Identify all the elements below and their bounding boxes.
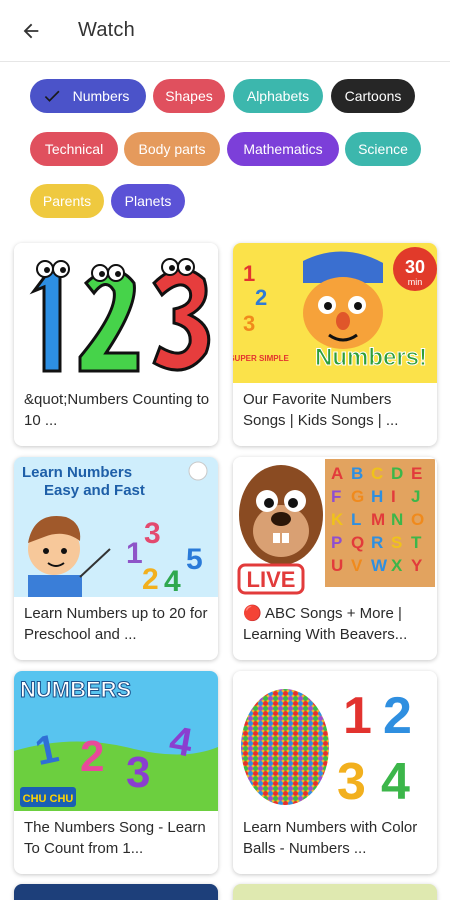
- chip-science[interactable]: Science: [345, 132, 421, 166]
- chip-mathematics[interactable]: Mathematics: [227, 132, 339, 166]
- svg-text:4: 4: [381, 753, 410, 811]
- svg-text:A: A: [331, 464, 343, 483]
- svg-text:M: M: [371, 510, 385, 529]
- svg-text:P: P: [331, 533, 342, 552]
- chip-alphabets[interactable]: Alphabets: [233, 79, 323, 113]
- chip-cartoons[interactable]: Cartoons: [331, 79, 415, 113]
- video-thumbnail: 1 2 3 4: [233, 671, 437, 811]
- video-title: Learn Numbers with Color Balls - Numbers…: [243, 819, 418, 857]
- svg-text:LIVE: LIVE: [247, 567, 296, 592]
- svg-text:S: S: [391, 533, 402, 552]
- svg-text:F: F: [331, 487, 341, 506]
- video-card-partial[interactable]: [14, 884, 218, 900]
- svg-text:J: J: [411, 487, 420, 506]
- video-title: Our Favorite Numbers Songs | Kids Songs …: [243, 391, 399, 429]
- chip-body-parts[interactable]: Body parts: [124, 132, 220, 166]
- svg-text:NUMBERS: NUMBERS: [20, 677, 131, 702]
- svg-text:1: 1: [343, 687, 372, 745]
- chip-shapes[interactable]: Shapes: [153, 79, 225, 113]
- svg-text:3: 3: [337, 753, 366, 811]
- svg-text:Numbers!: Numbers!: [315, 344, 427, 371]
- svg-text:2: 2: [383, 687, 412, 745]
- svg-text:T: T: [411, 533, 422, 552]
- video-thumbnail: NUMBERS 1 2 3 4 CHU CHU: [14, 671, 218, 811]
- video-grid: &quot;Numbers Counting to 10 ... 1 2 3 3…: [0, 230, 450, 900]
- svg-text:Y: Y: [411, 556, 423, 575]
- svg-text:2: 2: [142, 563, 159, 596]
- chip-numbers[interactable]: Numbers: [30, 79, 146, 113]
- svg-text:30: 30: [405, 257, 425, 277]
- video-card[interactable]: 1 2 3 4 Learn Numbers with Color Balls -…: [233, 671, 437, 874]
- arrow-left-icon: [23, 23, 39, 38]
- video-card[interactable]: NUMBERS 1 2 3 4 CHU CHU The Numbers Song…: [14, 671, 218, 874]
- video-card[interactable]: ABCDE FGHIJ KLMNO PQRST UVWXY LIVE 🔴 ABC…: [233, 457, 437, 660]
- svg-text:Q: Q: [351, 533, 364, 552]
- svg-text:3: 3: [126, 748, 150, 797]
- svg-text:W: W: [371, 556, 388, 575]
- back-button[interactable]: [14, 14, 48, 48]
- video-card-partial[interactable]: [233, 884, 437, 900]
- app-bar: Watch: [0, 0, 450, 62]
- chip-technical[interactable]: Technical: [30, 132, 118, 166]
- svg-text:E: E: [411, 464, 422, 483]
- svg-text:2: 2: [255, 285, 267, 310]
- svg-text:O: O: [411, 510, 424, 529]
- svg-text:3: 3: [243, 311, 255, 336]
- svg-text:X: X: [391, 556, 403, 575]
- svg-text:K: K: [331, 510, 344, 529]
- svg-text:G: G: [351, 487, 364, 506]
- svg-text:SUPER SIMPLE: SUPER SIMPLE: [233, 354, 289, 363]
- svg-text:min: min: [408, 277, 423, 287]
- svg-text:L: L: [351, 510, 361, 529]
- video-card[interactable]: 1 2 3 30 min Numbers! SUPER SIMPLE Our F…: [233, 243, 437, 446]
- svg-text:Learn Numbers: Learn Numbers: [22, 464, 132, 481]
- video-thumbnail: Learn Numbers Easy and Fast 1 3 2 4 5: [14, 457, 218, 597]
- svg-text:1: 1: [126, 537, 143, 570]
- svg-text:C: C: [371, 464, 383, 483]
- check-icon: [44, 90, 60, 102]
- svg-text:4: 4: [164, 565, 181, 597]
- svg-text:3: 3: [144, 517, 161, 550]
- chip-parents[interactable]: Parents: [30, 184, 104, 218]
- video-title: &quot;Numbers Counting to 10 ...: [24, 391, 210, 429]
- video-title: Learn Numbers up to 20 for Preschool and…: [24, 605, 208, 643]
- category-filter-chips: Numbers Shapes Alphabets Cartoons Techni…: [0, 62, 450, 230]
- video-card[interactable]: Learn Numbers Easy and Fast 1 3 2 4 5 Le…: [14, 457, 218, 660]
- video-card[interactable]: &quot;Numbers Counting to 10 ...: [14, 243, 218, 446]
- svg-text:V: V: [351, 556, 363, 575]
- chip-planets[interactable]: Planets: [111, 184, 185, 218]
- svg-text:2: 2: [80, 732, 104, 781]
- video-thumbnail: 1 2 3 30 min Numbers! SUPER SIMPLE: [233, 243, 437, 383]
- svg-text:R: R: [371, 533, 383, 552]
- video-thumbnail: [14, 243, 218, 383]
- svg-text:N: N: [391, 510, 403, 529]
- video-title: 🔴 ABC Songs + More | Learning With Beave…: [243, 605, 408, 643]
- svg-text:1: 1: [243, 261, 255, 286]
- svg-text:B: B: [351, 464, 363, 483]
- svg-text:Easy and Fast: Easy and Fast: [44, 482, 145, 499]
- svg-text:D: D: [391, 464, 403, 483]
- svg-text:5: 5: [186, 543, 203, 576]
- video-title: The Numbers Song - Learn To Count from 1…: [24, 819, 206, 857]
- video-thumbnail: ABCDE FGHIJ KLMNO PQRST UVWXY LIVE: [233, 457, 437, 597]
- svg-text:H: H: [371, 487, 383, 506]
- svg-text:CHU CHU: CHU CHU: [23, 793, 74, 805]
- svg-text:I: I: [391, 487, 396, 506]
- page-title: Watch: [78, 19, 135, 41]
- svg-text:U: U: [331, 556, 343, 575]
